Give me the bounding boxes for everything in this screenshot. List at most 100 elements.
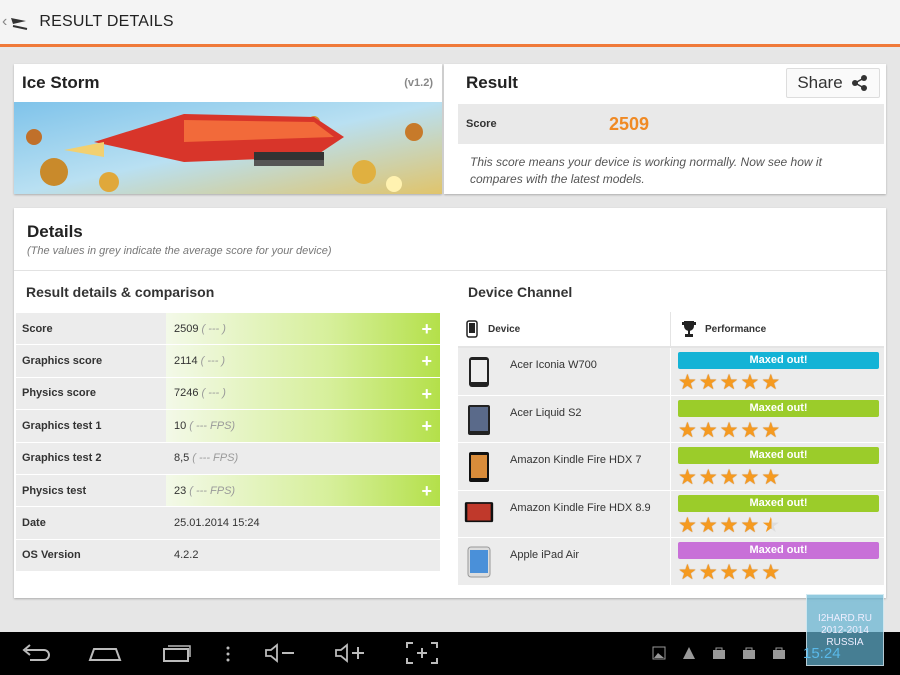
rating-stars: ★ ★ ★ ★ ★: [678, 513, 879, 537]
rating-stars: ★ ★ ★ ★ ★: [678, 561, 879, 584]
recent-apps-icon[interactable]: [160, 640, 192, 666]
status-clock: 15:24: [803, 645, 841, 662]
trophy-icon: [682, 321, 696, 337]
star-icon: ★: [719, 561, 739, 584]
test-version: (v1.2): [404, 77, 433, 89]
star-icon: ★: [678, 418, 697, 442]
result-value: 10: [174, 419, 187, 432]
result-row: Date 25.01.2014 15:24: [16, 507, 440, 540]
performance-column-header: Performance: [705, 323, 767, 335]
device-row[interactable]: Acer Liquid S2 Maxed out! ★ ★ ★ ★ ★: [458, 395, 884, 443]
gallery-notification-icon: [652, 646, 666, 660]
test-card: Ice Storm (v1.2): [14, 64, 442, 194]
system-navigation-bar: [0, 632, 900, 675]
expand-plus-icon[interactable]: +: [421, 320, 432, 338]
device-thumbnail-icon: [464, 451, 494, 483]
star-icon: ★: [678, 466, 697, 489]
result-row-value: 25.01.2014 15:24: [166, 507, 440, 538]
app-logo-icon[interactable]: [9, 12, 29, 32]
device-column-header: Device: [488, 323, 521, 335]
device-thumbnail-icon: [464, 499, 494, 531]
result-value: 2509: [174, 322, 199, 335]
result-row-value: 8,5( --- FPS): [166, 443, 440, 474]
result-row[interactable]: Physics score 7246( --- ) +: [16, 377, 440, 411]
menu-dots-icon[interactable]: [223, 640, 233, 666]
device-thumbnail-icon: [464, 356, 494, 388]
volume-down-icon[interactable]: [263, 640, 297, 666]
star-icon: ★: [761, 466, 781, 489]
result-value: 7246: [174, 387, 199, 400]
star-icon: ★: [698, 371, 718, 394]
result-value: 25.01.2014 15:24: [174, 517, 260, 530]
average-value: ( --- FPS): [192, 452, 239, 465]
device-row[interactable]: Apple iPad Air Maxed out! ★ ★ ★ ★ ★: [458, 538, 884, 586]
result-row-label: Graphics test 1: [22, 419, 102, 432]
star-icon: ★: [698, 561, 718, 584]
result-row-value: 10( --- FPS): [166, 410, 440, 442]
home-icon[interactable]: [88, 640, 122, 666]
star-icon: ★: [740, 561, 760, 584]
result-row[interactable]: Graphics test 1 10( --- FPS) +: [16, 410, 440, 443]
share-button[interactable]: Share: [786, 68, 880, 98]
device-table-header: Device Performance: [458, 312, 884, 348]
device-name: Acer Iconia W700: [510, 359, 597, 371]
back-chevron-icon[interactable]: ‹: [2, 13, 7, 31]
device-channel-table: Device Performance Acer Iconia W700 Maxed…: [458, 312, 884, 586]
expand-plus-icon[interactable]: +: [421, 482, 432, 500]
back-icon[interactable]: [20, 640, 52, 666]
performance-bar: Maxed out!: [678, 542, 879, 559]
result-row-value: 4.2.2: [166, 540, 440, 571]
device-thumbnail-icon: [464, 404, 494, 436]
result-row-label: Graphics score: [22, 355, 103, 368]
device-row[interactable]: Amazon Kindle Fire HDX 7 Maxed out! ★ ★ ★ ★ ★: [458, 443, 884, 491]
expand-plus-icon[interactable]: +: [421, 352, 432, 370]
device-row[interactable]: Amazon Kindle Fire HDX 8.9 Maxed out! ★ ★ ★ ★…: [458, 490, 884, 538]
device-row[interactable]: Acer Iconia W700 Maxed out! ★ ★ ★ ★ ★: [458, 348, 884, 396]
device-channel-title: Device Channel: [468, 284, 573, 300]
result-note: This score means your device is working …: [470, 155, 822, 186]
result-row-label: Date: [22, 517, 46, 530]
star-icon: ★: [698, 418, 718, 442]
result-details-title: Result details & comparison: [26, 284, 215, 300]
result-value: 23: [174, 484, 187, 497]
star-icon: ★: [698, 513, 718, 537]
result-details-table: Score 2509( --- ) + Graphics score 2114( ---…: [16, 313, 440, 573]
result-row[interactable]: Graphics score 2114( --- ) +: [16, 345, 440, 378]
star-icon: ★: [740, 418, 760, 442]
result-row-label: Graphics test 2: [22, 452, 102, 465]
star-icon: ★: [740, 466, 760, 489]
warning-notification-icon: [683, 647, 695, 659]
device-name: Amazon Kindle Fire HDX 8.9: [510, 501, 651, 514]
star-icon: ★: [719, 466, 739, 489]
star-icon: ★: [761, 371, 781, 394]
star-icon: ★: [719, 371, 739, 394]
volume-up-icon[interactable]: [333, 640, 367, 666]
score-row: Score 2509: [458, 104, 884, 144]
average-value: ( --- ): [201, 387, 226, 400]
share-label: Share: [797, 73, 843, 92]
result-row[interactable]: Physics test 23( --- FPS) +: [16, 474, 440, 508]
star-icon: ★: [678, 513, 697, 537]
phone-icon: [466, 320, 478, 338]
details-title: Details: [27, 222, 83, 241]
average-value: ( --- ): [201, 322, 226, 335]
rating-stars: ★ ★ ★ ★ ★: [678, 466, 879, 489]
result-row: Graphics test 2 8,5( --- FPS): [16, 442, 440, 475]
result-row[interactable]: Score 2509( --- ) +: [16, 313, 440, 346]
result-row-value: 2509( --- ): [166, 313, 440, 345]
screenshot-icon[interactable]: [404, 640, 440, 666]
average-value: ( --- ): [200, 355, 226, 368]
star-icon: ★: [761, 513, 781, 537]
star-icon: ★: [678, 371, 697, 394]
result-row-label: Physics test: [22, 484, 87, 497]
performance-bar: Maxed out!: [678, 399, 879, 417]
result-title: Result: [466, 73, 518, 92]
expand-plus-icon[interactable]: +: [421, 417, 432, 435]
star-icon: ★: [740, 513, 760, 537]
test-name: Ice Storm: [22, 73, 100, 92]
star-icon: ★: [698, 466, 718, 489]
device-name: Apple iPad Air: [510, 549, 580, 561]
expand-plus-icon[interactable]: +: [421, 385, 432, 403]
performance-bar: Maxed out!: [678, 494, 879, 512]
result-row-label: Score: [22, 322, 53, 335]
